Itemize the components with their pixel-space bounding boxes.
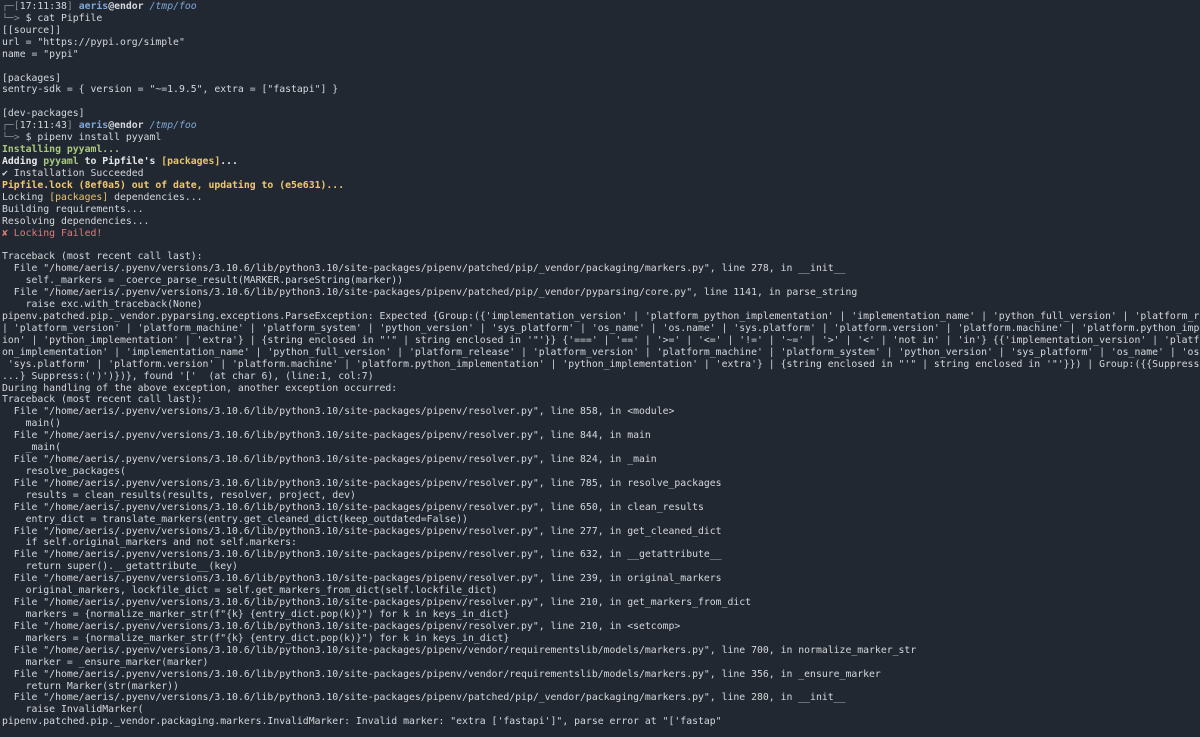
prompt-host: endor xyxy=(114,1,144,12)
traceback-line: original_markers, lockfile_dict = self.g… xyxy=(2,585,498,597)
traceback-line: Traceback (most recent call last): xyxy=(2,251,203,263)
prompt-frame-close: ] xyxy=(66,1,79,12)
traceback-line: return super().__getattribute__(key) xyxy=(2,561,238,573)
traceback-line: File "/home/aeris/.pyenv/versions/3.10.6… xyxy=(2,406,675,418)
traceback-line: File "/home/aeris/.pyenv/versions/3.10.6… xyxy=(2,263,846,275)
pipfile-line: name = "pypi" xyxy=(2,48,79,60)
traceback-line: File "/home/aeris/.pyenv/versions/3.10.6… xyxy=(2,668,881,680)
traceback-line: on_implementation' | 'implementation_nam… xyxy=(2,346,1200,358)
adding-mid: to Pipfile's xyxy=(78,155,162,167)
prompt-host: endor xyxy=(114,120,144,132)
resolving-line: Resolving dependencies... xyxy=(2,215,150,227)
prompt-time: 17:11:38 xyxy=(19,1,67,12)
prompt-frame-close: ] xyxy=(66,120,79,132)
locking-failed-line: ✘ Locking Failed! xyxy=(2,227,103,239)
prompt-command: pipenv install pyyaml xyxy=(37,132,162,144)
prompt-time: 17:11:43 xyxy=(19,120,67,132)
traceback-line: File "/home/aeris/.pyenv/versions/3.10.6… xyxy=(2,620,681,632)
prompt-line-bottom: └─> $ pipenv install pyyaml xyxy=(2,132,1200,144)
prompt-frame-top: ┌─[ xyxy=(2,120,20,132)
traceback-line: raise exc.with_traceback(None) xyxy=(2,299,203,311)
traceback-line: marker = _ensure_marker(marker) xyxy=(2,656,209,668)
prompt-line-top: ┌─[17:11:38] aeris@endor /tmp/foo xyxy=(2,1,1200,13)
traceback-line: File "/home/aeris/.pyenv/versions/3.10.6… xyxy=(2,477,722,489)
prompt-frame-bottom: └─> xyxy=(2,12,26,24)
traceback-line: return Marker(str(marker)) xyxy=(2,680,179,692)
traceback-line: File "/home/aeris/.pyenv/versions/3.10.6… xyxy=(2,549,722,561)
traceback-line: File "/home/aeris/.pyenv/versions/3.10.6… xyxy=(2,525,722,537)
traceback-line: 'sys.platform' | 'platform.version' | 'p… xyxy=(2,358,1200,370)
traceback-line: File "/home/aeris/.pyenv/versions/3.10.6… xyxy=(2,692,846,704)
adding-package: pyyaml xyxy=(43,155,79,167)
locking-line: Locking [packages] dependencies... xyxy=(2,192,1200,204)
traceback-line: _main( xyxy=(2,442,61,454)
prompt-user: aeris xyxy=(78,1,109,12)
prompt-frame-top: ┌─[ xyxy=(2,1,20,12)
traceback-line: File "/home/aeris/.pyenv/versions/3.10.6… xyxy=(2,287,858,299)
traceback-line: ion' | 'python_implementation' | 'extra'… xyxy=(2,334,1200,346)
traceback-line: File "/home/aeris/.pyenv/versions/3.10.6… xyxy=(2,597,752,609)
pipfile-line xyxy=(2,61,1200,73)
traceback-line: Traceback (most recent call last): xyxy=(2,394,203,406)
installing-line: Installing pyyaml... xyxy=(2,144,120,156)
traceback-line: | 'platform_version' | 'platform_machine… xyxy=(2,322,1200,334)
locking-section: [packages] xyxy=(49,191,109,203)
traceback-line: markers = {normalize_marker_str(f"{k} {e… xyxy=(2,632,510,644)
prompt-line-top: ┌─[17:11:43] aeris@endor /tmp/foo xyxy=(2,120,1200,132)
adding-post: ... xyxy=(220,155,238,167)
prompt-user: aeris xyxy=(78,120,109,132)
pipfile-line: [packages] xyxy=(2,72,61,84)
terminal-window[interactable]: ┌─[17:11:38] aeris@endor /tmp/foo └─> $ … xyxy=(0,0,1200,737)
traceback-line: entry_dict = translate_markers(entry.get… xyxy=(2,513,468,525)
traceback-output: Traceback (most recent call last): File … xyxy=(2,239,1200,728)
traceback-line: File "/home/aeris/.pyenv/versions/3.10.6… xyxy=(2,430,651,442)
prompt-path: /tmp/foo xyxy=(149,120,197,132)
prompt-path: /tmp/foo xyxy=(149,1,197,12)
traceback-line: During handling of the above exception, … xyxy=(2,382,398,394)
traceback-line: pipenv.patched.pip._vendor.pyparsing.exc… xyxy=(2,310,1200,322)
traceback-line: results = clean_results(results, resolve… xyxy=(2,489,356,501)
prompt-frame-bottom: └─> xyxy=(2,132,26,144)
pipfile-line: [[source]] xyxy=(2,24,61,36)
traceback-line: File "/home/aeris/.pyenv/versions/3.10.6… xyxy=(2,644,917,656)
traceback-line: File "/home/aeris/.pyenv/versions/3.10.6… xyxy=(2,573,722,585)
traceback-line: File "/home/aeris/.pyenv/versions/3.10.6… xyxy=(2,454,657,466)
locking-post: dependencies... xyxy=(108,191,203,203)
adding-line: Adding pyyaml to Pipfile's [packages]... xyxy=(2,156,1200,168)
building-line: Building requirements... xyxy=(2,203,144,215)
prompt-command: cat Pipfile xyxy=(37,12,103,24)
traceback-line xyxy=(2,239,1200,251)
pipfile-line: sentry-sdk = { version = "~=1.9.5", extr… xyxy=(2,84,339,96)
traceback-line: pipenv.patched.pip._vendor.packaging.mar… xyxy=(2,716,722,728)
pipfile-line: [dev-packages] xyxy=(2,108,85,120)
prompt-line-bottom: └─> $ cat Pipfile xyxy=(2,13,1200,25)
traceback-line: markers = {normalize_marker_str(f"{k} {e… xyxy=(2,609,510,621)
lock-outdated-line: Pipfile.lock (8ef0a5) out of date, updat… xyxy=(2,179,345,191)
traceback-line: resolve_packages( xyxy=(2,465,126,477)
prompt-dollar: $ xyxy=(25,12,38,24)
pipfile-line xyxy=(2,96,1200,108)
pipfile-line: url = "https://pypi.org/simple" xyxy=(2,36,185,48)
traceback-line: File "/home/aeris/.pyenv/versions/3.10.6… xyxy=(2,501,704,513)
prompt-dollar: $ xyxy=(25,132,38,144)
traceback-line: main() xyxy=(2,418,61,430)
adding-pre: Adding xyxy=(2,155,44,167)
adding-section: [packages] xyxy=(161,155,221,167)
installation-succeeded-line: ✔ Installation Succeeded xyxy=(2,167,144,179)
traceback-line: ...} Suppress:(')')})}, found '[' (at ch… xyxy=(2,370,374,382)
traceback-line: raise InvalidMarker( xyxy=(2,704,144,716)
traceback-line: if self.original_markers and not self.ma… xyxy=(2,537,297,549)
traceback-line: self._markers = _coerce_parse_result(MAR… xyxy=(2,275,404,287)
locking-pre: Locking xyxy=(2,191,50,203)
